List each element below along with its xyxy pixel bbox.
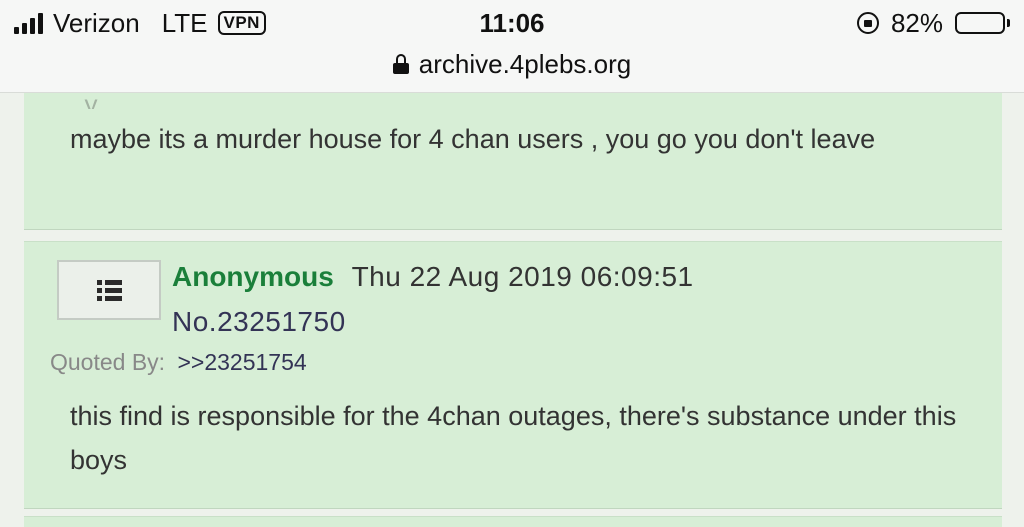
post xyxy=(24,516,1002,527)
browser-screen: Verizon LTE VPN 11:06 82% archive.4plebs… xyxy=(0,0,1024,527)
browser-top-bar: Verizon LTE VPN 11:06 82% archive.4plebs… xyxy=(0,0,1024,93)
post-number-link[interactable]: No.23251750 xyxy=(172,302,346,342)
battery-percent: 82% xyxy=(890,7,943,38)
address-bar[interactable]: archive.4plebs.org xyxy=(0,46,1024,82)
post-menu-button[interactable] xyxy=(57,260,161,320)
post-header: Anonymous Thu 22 Aug 2019 06:09:51 xyxy=(172,256,694,298)
post-text: this find is responsible for the 4chan o… xyxy=(70,401,957,475)
rotation-lock-icon xyxy=(856,12,879,34)
poster-name: Anonymous xyxy=(172,261,334,292)
url-text[interactable]: archive.4plebs.org xyxy=(419,49,631,80)
post-date: Thu 22 Aug 2019 06:09:51 xyxy=(351,261,694,292)
quoted-by: Quoted By: >>23251754 xyxy=(50,344,307,380)
post: Anonymous Thu 22 Aug 2019 06:09:51 No.23… xyxy=(24,241,1002,509)
quoted-by-link[interactable]: >>23251754 xyxy=(177,349,306,375)
clipped-text-line: , y xyxy=(70,99,490,109)
battery-icon xyxy=(955,12,1010,34)
quoted-by-label: Quoted By: xyxy=(50,349,166,375)
status-bar-right: 82% xyxy=(856,6,1010,40)
lock-icon xyxy=(392,54,409,74)
list-icon xyxy=(96,279,122,301)
post: , y maybe its a murder house for 4 chan … xyxy=(24,76,1002,230)
post-text: maybe its a murder house for 4 chan user… xyxy=(70,124,876,154)
